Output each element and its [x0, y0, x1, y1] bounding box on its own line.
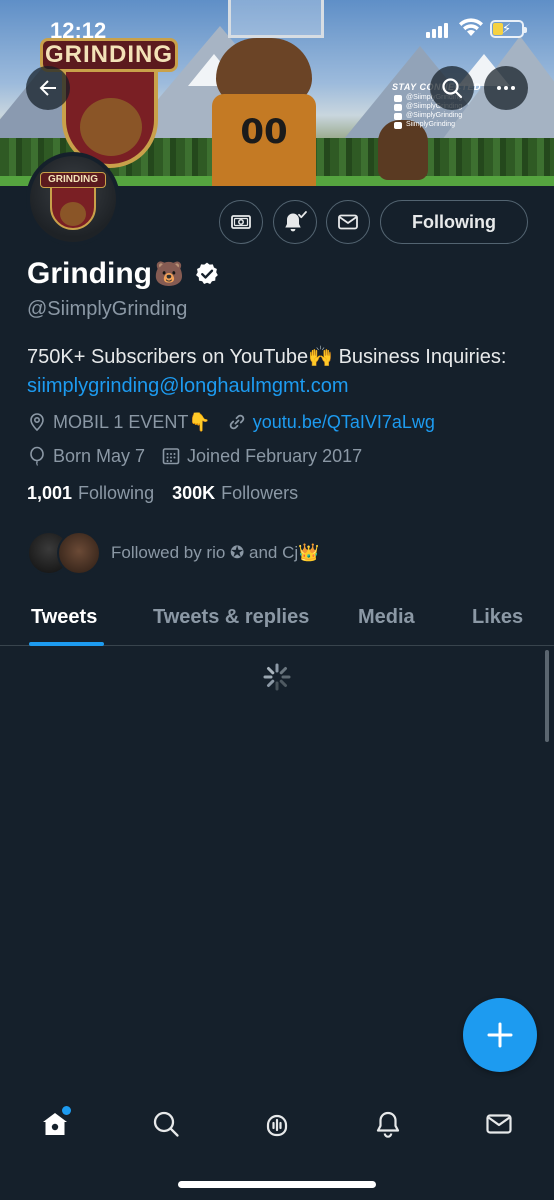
nav-messages[interactable] — [479, 1104, 519, 1144]
nav-notifications[interactable] — [368, 1104, 408, 1144]
profile-meta-row: Born May 7 Joined February 2017 — [27, 442, 378, 470]
more-options-button[interactable] — [484, 66, 528, 110]
cellular-signal-icon — [426, 22, 452, 38]
notification-dot — [62, 1106, 71, 1115]
birthday: Born May 7 — [27, 446, 145, 467]
profile-name: Grinding 🐻 — [27, 257, 220, 291]
messages-icon — [486, 1114, 512, 1134]
followers-count: 300K — [172, 483, 216, 503]
plus-icon — [487, 1022, 513, 1048]
spaces-icon — [266, 1114, 288, 1137]
search-icon — [442, 78, 463, 99]
join-date: Joined February 2017 — [161, 446, 362, 467]
location-text: MOBIL 1 EVENT👇 — [53, 411, 211, 432]
followed-by-text: Followed by rio ✪ and Cj👑 — [111, 543, 320, 562]
profile-avatar[interactable]: GRINDING — [26, 152, 120, 246]
location: MOBIL 1 EVENT👇 — [27, 412, 211, 433]
link-icon — [229, 414, 245, 430]
banner-mascot: 00 — [200, 38, 328, 186]
tab-likes[interactable]: Likes — [472, 606, 523, 629]
followers-label: Followers — [221, 483, 299, 503]
social-handle: @SiimplyGrinding — [392, 112, 502, 120]
notifications-on-button[interactable] — [273, 200, 317, 244]
search-button[interactable] — [430, 66, 474, 110]
profile-bio: 750K+ Subscribers on YouTube🙌 Business I… — [27, 343, 527, 401]
website-link[interactable]: youtu.be/QTaIVI7aLwg — [253, 412, 435, 433]
avatar-logo-text: GRINDING — [40, 172, 106, 188]
profile-tabs: Tweets Tweets & replies Media Likes — [0, 596, 554, 646]
status-bar: 12:12 ⚡ — [0, 0, 554, 60]
calendar-icon — [162, 448, 180, 465]
active-tab-indicator — [29, 642, 104, 646]
bio-text: 750K+ Subscribers on YouTube🙌 Business I… — [27, 346, 507, 368]
jersey-number: 00 — [240, 112, 288, 152]
verified-badge-icon[interactable] — [194, 261, 220, 287]
name-emoji: 🐻 — [153, 260, 184, 288]
nav-search[interactable] — [146, 1104, 186, 1144]
followers-count-link[interactable]: 300K Followers — [172, 483, 298, 504]
money-icon — [231, 215, 251, 229]
tab-media[interactable]: Media — [358, 606, 415, 629]
banner-bear — [378, 120, 428, 180]
battery-icon: ⚡ — [490, 20, 527, 38]
bear-mascot-icon — [60, 202, 86, 226]
tab-tweets[interactable]: Tweets — [31, 606, 97, 629]
social-handle: SiimplyGrinding — [392, 121, 502, 129]
notifications-icon — [376, 1111, 400, 1138]
join-date-text: Joined February 2017 — [187, 445, 363, 466]
tab-tweets-and-replies[interactable]: Tweets & replies — [153, 606, 309, 629]
search-icon — [153, 1111, 179, 1137]
followed-by-row[interactable]: Followed by rio ✪ and Cj👑 — [27, 530, 319, 576]
follower-avatar — [57, 531, 101, 575]
status-time: 12:12 — [50, 18, 107, 43]
following-button[interactable]: Following — [380, 200, 528, 244]
nav-home[interactable] — [35, 1104, 75, 1144]
bear-mascot-icon — [80, 98, 142, 156]
balloon-icon — [30, 446, 44, 466]
nav-spaces[interactable] — [257, 1104, 297, 1144]
scrollbar[interactable] — [545, 650, 549, 742]
more-horizontal-icon — [497, 86, 515, 90]
wifi-icon — [459, 18, 483, 36]
loading-spinner-icon — [263, 663, 291, 691]
website[interactable]: youtu.be/QTaIVI7aLwg — [227, 412, 435, 433]
bio-email-link[interactable]: siimplygrinding@longhaulmgmt.com — [27, 375, 349, 397]
envelope-icon — [338, 214, 358, 230]
bell-check-icon — [285, 211, 307, 232]
profile-meta-row: MOBIL 1 EVENT👇 youtu.be/QTaIVI7aLwg — [27, 408, 451, 436]
profile-handle: @SiimplyGrinding — [27, 298, 188, 320]
location-pin-icon — [30, 413, 44, 432]
following-count-link[interactable]: 1,001 Following — [27, 483, 154, 504]
following-label: Following — [78, 483, 155, 503]
arrow-left-icon — [39, 80, 56, 96]
tip-jar-button[interactable] — [219, 200, 263, 244]
message-button[interactable] — [326, 200, 370, 244]
following-count: 1,001 — [27, 483, 73, 503]
compose-tweet-button[interactable] — [463, 998, 537, 1072]
back-button[interactable] — [26, 66, 70, 110]
follow-counts: 1,001 Following 300K Followers — [27, 483, 316, 504]
birthday-text: Born May 7 — [53, 445, 146, 466]
home-indicator[interactable] — [178, 1181, 376, 1188]
display-name: Grinding — [27, 257, 152, 290]
